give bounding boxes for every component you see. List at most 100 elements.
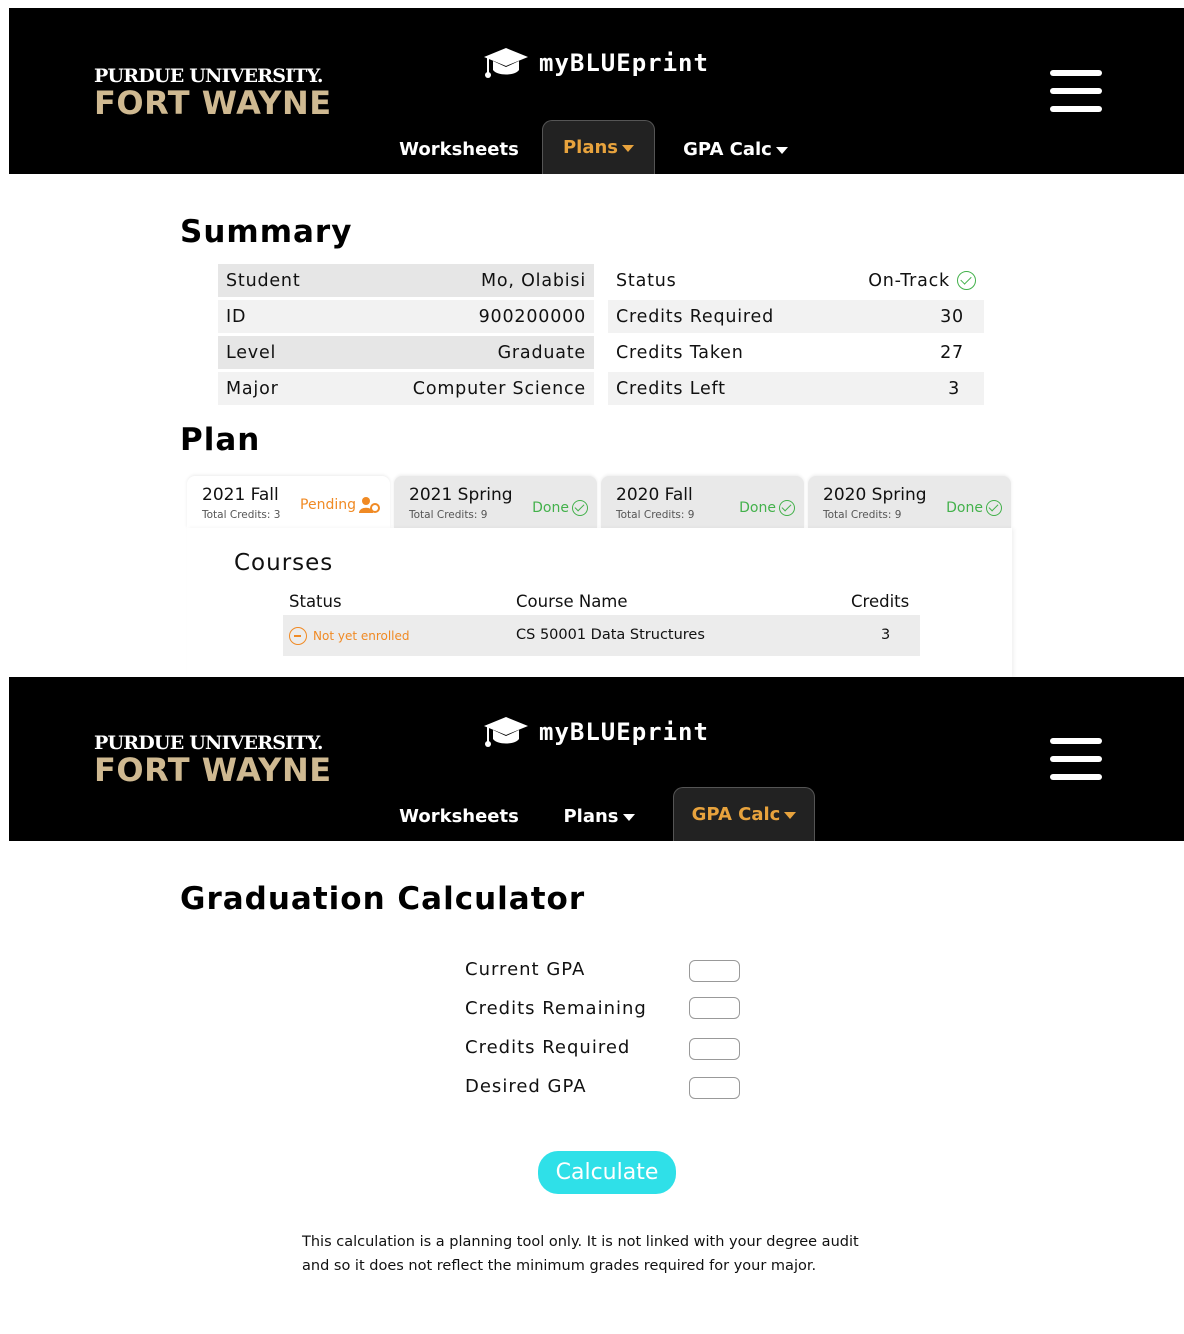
course-status: Not yet enrolled (289, 627, 410, 645)
summary-row: Level Graduate (218, 336, 594, 369)
nav-gpa-calc-label: GPA Calc (691, 804, 781, 825)
university-logo[interactable]: PURDUE UNIVERSITY. FORT WAYNE (94, 733, 332, 787)
nav-plans-label: Plans (562, 137, 619, 158)
gpa-calc-screen: PURDUE UNIVERSITY. FORT WAYNE myBLUEprin… (9, 677, 1184, 1334)
logo-university-text: PURDUE UNIVERSITY. (94, 732, 324, 754)
brand-name: myBLUEprint (539, 718, 709, 746)
summary-row: Status On-Track (608, 264, 984, 297)
term-tabs: 2021 Fall Total Credits: 3 Pending 2021 … (187, 476, 1012, 528)
table-row[interactable]: Not yet enrolled CS 50001 Data Structure… (283, 615, 920, 656)
summary-label: Credits Required (616, 306, 774, 327)
tab-status: Done (532, 500, 588, 516)
summary-row: Credits Left 3 (608, 372, 984, 405)
col-header-status: Status (289, 592, 342, 611)
tab-status-text: Pending (300, 497, 356, 513)
brand-name: myBLUEprint (539, 49, 709, 77)
check-circle-icon (986, 500, 1002, 516)
nav-gpa-calc-label: GPA Calc (683, 138, 772, 160)
university-logo[interactable]: PURDUE UNIVERSITY. FORT WAYNE (94, 66, 332, 120)
tab-credits: Total Credits: 9 (409, 509, 488, 521)
caret-down-icon (784, 812, 797, 819)
tab-status: Pending (300, 496, 381, 514)
nav-gpa-calc[interactable]: GPA Calc (673, 787, 815, 841)
tab-term: 2020 Spring (823, 485, 927, 505)
caret-down-icon (622, 145, 635, 152)
disclaimer-text: This calculation is a planning tool only… (302, 1230, 922, 1278)
col-header-course-name: Course Name (516, 592, 628, 611)
summary-row: Major Computer Science (218, 372, 594, 405)
tab-2020-fall[interactable]: 2020 Fall Total Credits: 9 Done (601, 476, 804, 528)
tab-status: Done (946, 500, 1002, 516)
hamburger-menu-icon[interactable] (1050, 70, 1102, 112)
summary-row: Student Mo, Olabisi (218, 264, 594, 297)
tab-status: Done (739, 500, 795, 516)
summary-label: Credits Left (616, 378, 726, 399)
nav-plans[interactable]: Plans (542, 120, 655, 174)
logo-university-text: PURDUE UNIVERSITY. (94, 65, 324, 87)
check-circle-icon (779, 500, 795, 516)
summary-student-table: Student Mo, Olabisi ID 900200000 Level G… (218, 264, 594, 408)
calculator-title: Graduation Calculator (180, 881, 586, 917)
tab-status-text: Done (532, 500, 569, 516)
courses-panel: Courses Status Course Name Credits Not y… (187, 528, 1012, 677)
courses-title: Courses (234, 550, 334, 576)
nav-plans-label: Plans (563, 805, 619, 827)
tab-term: 2021 Spring (409, 485, 513, 505)
caret-down-icon (622, 813, 635, 821)
summary-label: Major (226, 378, 279, 399)
credits-remaining-label: Credits Remaining (465, 998, 647, 1019)
desired-gpa-input[interactable] (689, 1077, 740, 1099)
disclaimer-line: and so it does not reflect the minimum g… (302, 1258, 817, 1274)
summary-value: Graduate (497, 342, 586, 363)
summary-credits-table: Status On-Track Credits Required 30 Cred… (608, 264, 984, 408)
calculate-button[interactable]: Calculate (538, 1151, 676, 1194)
nav-worksheets[interactable]: Worksheets (389, 124, 529, 174)
tab-2021-spring[interactable]: 2021 Spring Total Credits: 9 Done (394, 476, 597, 528)
person-clock-icon (359, 497, 380, 513)
current-gpa-input[interactable] (689, 960, 740, 982)
nav-plans[interactable]: Plans (549, 791, 649, 841)
status-text: On-Track (868, 270, 950, 291)
logo-campus-text: FORT WAYNE (94, 84, 332, 122)
summary-value: Mo, Olabisi (480, 270, 586, 291)
summary-status-value: On-Track (868, 271, 976, 291)
summary-label: Status (616, 270, 677, 291)
summary-label: ID (226, 306, 247, 327)
nav-worksheets-label: Worksheets (399, 805, 519, 827)
course-name: CS 50001 Data Structures (516, 627, 705, 643)
desired-gpa-label: Desired GPA (465, 1076, 587, 1097)
course-status-text: Not yet enrolled (313, 629, 410, 643)
graduation-cap-icon (484, 717, 528, 747)
nav-gpa-calc[interactable]: GPA Calc (673, 124, 798, 174)
col-header-credits: Credits (851, 592, 910, 611)
current-gpa-label: Current GPA (465, 959, 586, 980)
tab-2021-fall[interactable]: 2021 Fall Total Credits: 3 Pending (187, 476, 390, 528)
summary-row: ID 900200000 (218, 300, 594, 333)
summary-value: 900200000 (478, 306, 586, 327)
plans-screen: PURDUE UNIVERSITY. FORT WAYNE myBLUEprin… (9, 8, 1184, 677)
summary-value: 3 (948, 378, 960, 399)
credits-required-label: Credits Required (465, 1037, 631, 1058)
summary-label: Level (226, 342, 277, 363)
minus-circle-icon (289, 627, 307, 645)
logo-campus-text: FORT WAYNE (94, 751, 332, 789)
brand: myBLUEprint (483, 715, 709, 749)
tab-credits: Total Credits: 9 (616, 509, 695, 521)
summary-row: Credits Required 30 (608, 300, 984, 333)
brand: myBLUEprint (483, 46, 709, 80)
course-credits: 3 (881, 627, 891, 643)
hamburger-menu-icon[interactable] (1050, 738, 1102, 780)
nav-worksheets[interactable]: Worksheets (389, 791, 529, 841)
credits-required-input[interactable] (689, 1038, 740, 1060)
app-header: PURDUE UNIVERSITY. FORT WAYNE myBLUEprin… (9, 8, 1184, 174)
plan-title: Plan (180, 422, 261, 458)
tab-credits: Total Credits: 9 (823, 509, 902, 521)
app-header: PURDUE UNIVERSITY. FORT WAYNE myBLUEprin… (9, 677, 1184, 841)
tab-status-text: Done (739, 500, 776, 516)
summary-value: Computer Science (412, 378, 586, 399)
summary-label: Student (226, 270, 301, 291)
credits-remaining-input[interactable] (689, 997, 740, 1019)
tab-2020-spring[interactable]: 2020 Spring Total Credits: 9 Done (808, 476, 1011, 528)
nav-worksheets-label: Worksheets (399, 138, 519, 160)
tab-credits: Total Credits: 3 (202, 509, 281, 521)
